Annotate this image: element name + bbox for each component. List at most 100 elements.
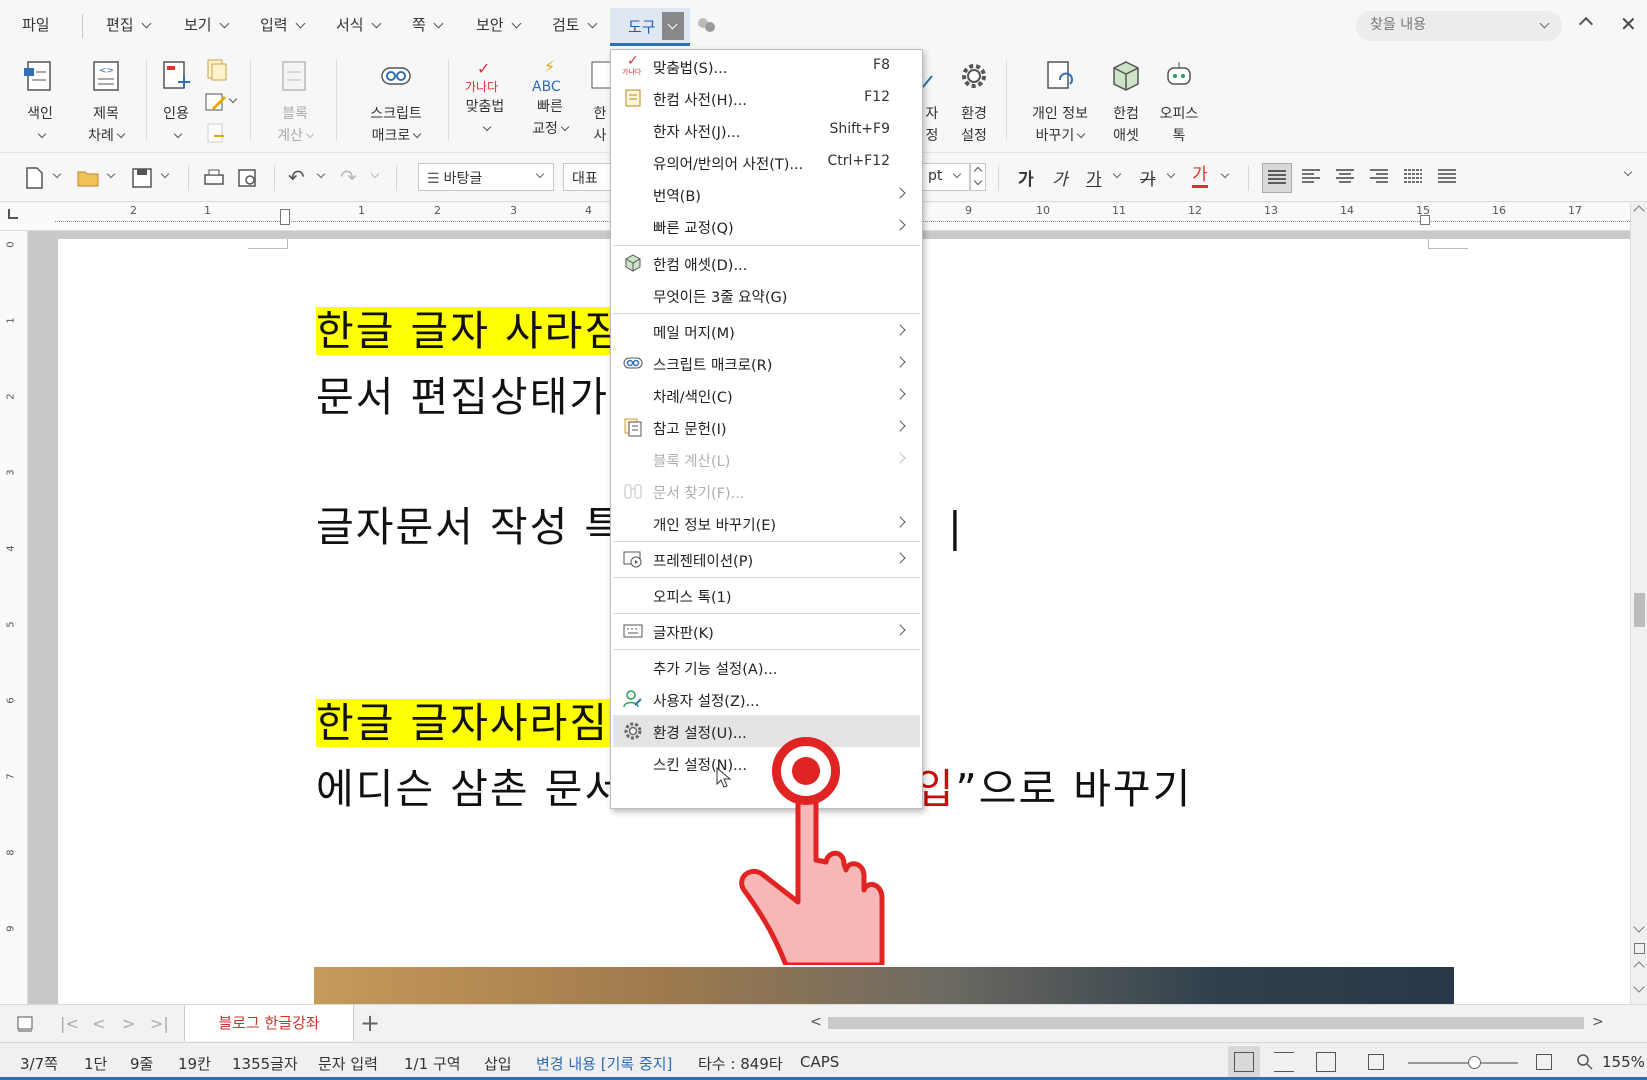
doc-line-1[interactable]: 한글 글자 사라짐 — [316, 305, 625, 357]
prev-tab-icon[interactable]: < — [92, 1014, 105, 1033]
menu-edit[interactable]: 편집 — [106, 14, 152, 38]
menu-item-hanja-dictionary[interactable]: 한자 사전(J)... Shift+F9 — [613, 114, 920, 146]
zoom-slider-knob[interactable] — [1468, 1056, 1481, 1069]
zoom-out-icon[interactable] — [1368, 1054, 1384, 1070]
zoom-magnifier-icon[interactable] — [1576, 1053, 1594, 1071]
menu-format[interactable]: 서식 — [336, 14, 382, 38]
first-tab-icon[interactable]: |< — [60, 1014, 79, 1033]
font-select[interactable]: 대표 — [563, 163, 611, 191]
hanja-button[interactable]: 한 사 — [588, 58, 612, 147]
toc-button[interactable]: <> 제목 차례 — [78, 58, 134, 147]
style-select[interactable]: ☰ 바탕글 — [418, 163, 554, 191]
scroll-left-icon[interactable]: < — [810, 1014, 822, 1030]
menu-item-quick-fix[interactable]: 빠른 교정(Q) — [613, 210, 920, 242]
zoom-in-icon[interactable] — [1536, 1054, 1552, 1070]
font-color-button[interactable]: 가 — [1192, 165, 1208, 188]
menu-tools[interactable]: 도구 — [610, 8, 690, 46]
print-preview-icon[interactable] — [236, 166, 260, 190]
index-button[interactable]: 색인 — [20, 58, 60, 147]
status-track-changes[interactable]: 변경 내용 [기록 중지] — [536, 1053, 672, 1074]
menu-item-spellcheck[interactable]: ✓ 가나다 맞춤법(S)... F8 — [613, 50, 920, 82]
scroll-up-icon[interactable] — [1633, 205, 1645, 217]
collapse-ribbon-icon[interactable] — [1578, 16, 1594, 32]
document-image[interactable] — [314, 967, 1454, 1004]
hancom-asset-button[interactable]: 한컴 애셋 — [1104, 58, 1148, 147]
right-margin-marker[interactable] — [1420, 215, 1430, 225]
undo-icon[interactable]: ↶ — [288, 166, 312, 190]
vertical-scrollbar[interactable] — [1630, 203, 1647, 1004]
doc-line-3[interactable]: 글자문서 작성 특 | — [316, 501, 962, 553]
prev-page-icon[interactable] — [1633, 961, 1645, 973]
menu-item-translate[interactable]: 번역(B) — [613, 178, 920, 210]
print-icon[interactable] — [202, 166, 226, 190]
bold-button[interactable]: 가 — [1018, 165, 1034, 190]
menu-review[interactable]: 검토 — [552, 14, 598, 38]
citation-button[interactable]: 인용 — [156, 58, 196, 147]
font-size-spinner[interactable] — [970, 163, 986, 191]
privacy-button[interactable]: 개인 정보 바꾸기 — [1022, 58, 1098, 147]
spellcheck-button[interactable]: ✓ 가나다 맞춤법 — [460, 58, 510, 140]
document-tab[interactable]: 블로그 한글강좌 — [184, 1005, 354, 1041]
chevron-down-icon[interactable] — [160, 169, 170, 179]
status-zoom-level[interactable]: 155% — [1602, 1053, 1645, 1071]
menu-file[interactable]: 파일 — [22, 14, 50, 38]
chevron-up-icon[interactable] — [973, 166, 983, 176]
doc-line-2[interactable]: 문서 편집상태가 — [316, 371, 609, 423]
page-select-icon[interactable] — [1634, 943, 1645, 954]
menu-item-hancom-asset[interactable]: 한컴 애셋(D)... — [613, 247, 920, 279]
underline-button[interactable]: 가 — [1086, 165, 1102, 190]
chevron-down-icon[interactable] — [52, 169, 62, 179]
scrollbar-thumb[interactable] — [1634, 593, 1645, 627]
chevron-down-icon[interactable] — [316, 169, 326, 179]
horizontal-scrollbar[interactable]: < > — [806, 1014, 1606, 1032]
new-document-icon[interactable] — [22, 166, 46, 190]
search-input[interactable] — [1370, 17, 1530, 33]
office-talk-button[interactable]: 오피스 톡 — [1156, 58, 1202, 147]
align-split-icon[interactable] — [1438, 169, 1456, 185]
menu-item-references[interactable]: 참고 문헌(I) — [613, 411, 920, 443]
horizontal-scrollbar-thumb[interactable] — [828, 1017, 1584, 1029]
menu-item-mail-merge[interactable]: 메일 머지(M) — [613, 315, 920, 347]
environment-settings-button[interactable]: 환경 설정 — [952, 58, 996, 147]
quick-fix-button[interactable]: ⚡ ABC 빠른 교정 — [522, 57, 578, 140]
indent-marker[interactable] — [280, 209, 290, 225]
menu-tools-dropdown-button[interactable] — [662, 12, 684, 40]
next-tab-icon[interactable]: > — [122, 1014, 135, 1033]
fit-page-icon[interactable] — [1316, 1052, 1336, 1072]
close-icon[interactable]: ✕ — [1620, 14, 1637, 34]
menu-security[interactable]: 보안 — [476, 14, 522, 38]
menu-item-user-settings[interactable]: 사용자 설정(Z)... — [613, 683, 920, 715]
menu-item-thesaurus[interactable]: 유의어/반의어 사전(T)... Ctrl+F12 — [613, 146, 920, 178]
toolbar-expand-icon[interactable] — [1623, 167, 1633, 177]
next-page-icon[interactable] — [1633, 981, 1645, 993]
block-calc-button[interactable]: 블록 계산 — [270, 58, 320, 147]
chevron-down-icon[interactable] — [228, 94, 238, 104]
menu-item-block-calc[interactable]: 블록 계산(L) — [613, 443, 920, 475]
save-icon[interactable] — [130, 166, 154, 190]
pen-icon[interactable] — [204, 90, 228, 114]
menu-item-script-macro[interactable]: 스크립트 매크로(R) — [613, 347, 920, 379]
menu-item-addon-settings[interactable]: 추가 기능 설정(A)... — [613, 651, 920, 683]
status-insert-mode[interactable]: 삽입 — [484, 1053, 512, 1074]
fit-width-icon[interactable] — [1274, 1052, 1294, 1072]
scroll-right-icon[interactable]: > — [1592, 1014, 1604, 1030]
chevron-down-icon[interactable] — [1220, 169, 1230, 179]
menu-item-toc-index[interactable]: 차례/색인(C) — [613, 379, 920, 411]
chevron-down-icon[interactable] — [370, 169, 380, 179]
align-right-icon[interactable] — [1370, 169, 1388, 185]
footnote-icon[interactable] — [204, 58, 228, 82]
menu-item-three-line-summary[interactable]: 무엇이든 3줄 요약(G) — [613, 279, 920, 311]
vertical-ruler[interactable]: 0 1 2 3 4 5 6 7 8 9 — [0, 231, 28, 1004]
script-macro-button[interactable]: 스크립트 매크로 — [358, 58, 434, 147]
align-left-icon[interactable] — [1302, 169, 1320, 185]
menu-item-hancom-dictionary[interactable]: 한컴 사전(H)... F12 — [613, 82, 920, 114]
chevron-down-icon[interactable] — [106, 169, 116, 179]
partial-button[interactable]: 자 정 — [922, 58, 942, 147]
doc-line-4[interactable]: 한글 글자사라짐의 — [316, 697, 649, 749]
menu-item-presentation[interactable]: 프레젠테이션(P) — [613, 543, 920, 575]
zoom-slider[interactable] — [1408, 1056, 1518, 1069]
chevron-down-icon[interactable] — [1539, 18, 1550, 29]
open-folder-icon[interactable] — [76, 166, 100, 190]
scroll-down-icon[interactable] — [1633, 921, 1645, 933]
add-tab-icon[interactable]: + — [360, 1009, 380, 1037]
